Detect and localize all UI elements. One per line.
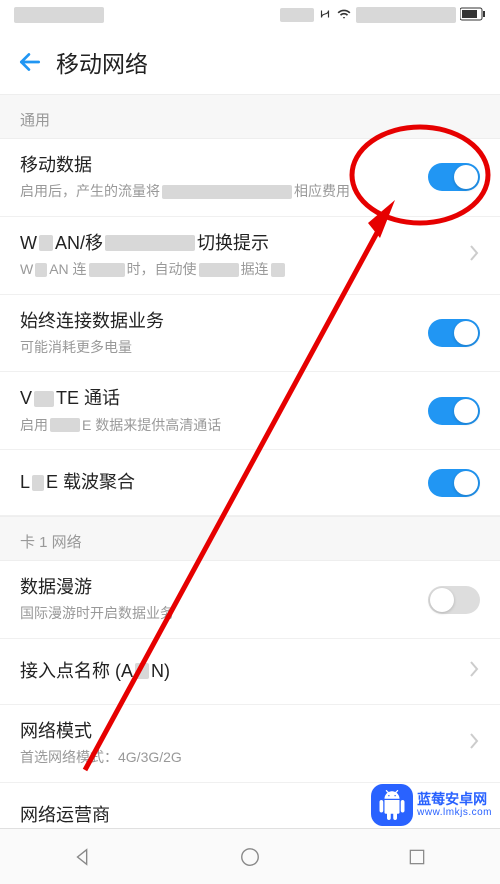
row-subtitle: 首选网络模式：4G/3G/2G bbox=[20, 748, 458, 768]
back-button[interactable] bbox=[10, 42, 50, 82]
status-blur bbox=[356, 7, 456, 23]
blur-segment bbox=[39, 235, 53, 251]
nav-back-button[interactable] bbox=[43, 837, 123, 877]
toggle-roaming[interactable] bbox=[428, 586, 480, 614]
status-blur bbox=[14, 7, 104, 23]
blur-segment bbox=[32, 475, 44, 491]
chevron-right-icon bbox=[468, 731, 480, 756]
nav-recents-button[interactable] bbox=[377, 837, 457, 877]
triangle-back-icon bbox=[72, 846, 94, 868]
status-right bbox=[280, 7, 486, 24]
blur-segment bbox=[89, 263, 125, 277]
row-subtitle: 国际漫游时开启数据业务 bbox=[20, 604, 418, 624]
section-sim1: 卡 1 网络 bbox=[0, 516, 500, 561]
arrow-left-icon bbox=[17, 49, 43, 75]
toggle-lte-ca[interactable] bbox=[428, 469, 480, 497]
row-volte[interactable]: VTE 通话 启用E 数据来提供高清通话 bbox=[0, 372, 500, 450]
row-subtitle: 启用后，产生的流量将 相应费用 bbox=[20, 182, 418, 202]
blur-segment bbox=[135, 663, 149, 679]
watermark-text: 蓝莓安卓网 www.lmkjs.com bbox=[417, 792, 492, 818]
row-apn[interactable]: 接入点名称 (AN) bbox=[0, 639, 500, 705]
nfc-icon bbox=[318, 7, 332, 24]
blur-segment bbox=[162, 185, 292, 199]
row-lte-ca[interactable]: LE 载波聚合 bbox=[0, 450, 500, 516]
row-title: 网络模式 bbox=[20, 719, 458, 744]
toggle-always-data[interactable] bbox=[428, 319, 480, 347]
row-title: 接入点名称 (AN) bbox=[20, 659, 458, 684]
blur-segment bbox=[34, 391, 54, 407]
chevron-right-icon bbox=[468, 243, 480, 268]
row-always-data[interactable]: 始终连接数据业务 可能消耗更多电量 bbox=[0, 295, 500, 373]
nav-bar bbox=[0, 828, 500, 884]
row-title: LE 载波聚合 bbox=[20, 470, 418, 495]
watermark: 蓝莓安卓网 www.lmkjs.com bbox=[371, 784, 492, 826]
chevron-right-icon bbox=[468, 659, 480, 684]
row-net-mode[interactable]: 网络模式 首选网络模式：4G/3G/2G bbox=[0, 705, 500, 783]
row-subtitle: 启用E 数据来提供高清通话 bbox=[20, 416, 418, 436]
row-title: WAN/移切换提示 bbox=[20, 231, 458, 256]
settings-list-general: 移动数据 启用后，产生的流量将 相应费用 WAN/移切换提示 WAN 连时，自动… bbox=[0, 139, 500, 516]
status-blur bbox=[280, 8, 314, 22]
blur-segment bbox=[199, 263, 239, 277]
row-mobile-data[interactable]: 移动数据 启用后，产生的流量将 相应费用 bbox=[0, 139, 500, 217]
toggle-mobile-data[interactable] bbox=[428, 163, 480, 191]
row-roaming[interactable]: 数据漫游 国际漫游时开启数据业务 bbox=[0, 561, 500, 639]
row-wlan-switch[interactable]: WAN/移切换提示 WAN 连时，自动使据连 bbox=[0, 217, 500, 295]
blur-segment bbox=[105, 235, 195, 251]
row-subtitle: WAN 连时，自动使据连 bbox=[20, 260, 458, 280]
watermark-icon bbox=[371, 784, 413, 826]
row-title: VTE 通话 bbox=[20, 386, 418, 411]
square-recents-icon bbox=[407, 847, 427, 867]
row-title: 始终连接数据业务 bbox=[20, 309, 418, 334]
battery-icon bbox=[460, 7, 486, 24]
row-subtitle: 可能消耗更多电量 bbox=[20, 338, 418, 358]
row-title: 数据漫游 bbox=[20, 575, 418, 600]
wifi-icon bbox=[336, 7, 352, 24]
circle-home-icon bbox=[239, 846, 261, 868]
toggle-volte[interactable] bbox=[428, 397, 480, 425]
blur-segment bbox=[50, 418, 80, 432]
blur-segment bbox=[271, 263, 285, 277]
row-title: 移动数据 bbox=[20, 153, 418, 178]
blur-segment bbox=[35, 263, 47, 277]
section-general: 通用 bbox=[0, 94, 500, 139]
status-left bbox=[14, 7, 104, 23]
nav-home-button[interactable] bbox=[210, 837, 290, 877]
status-bar bbox=[0, 0, 500, 30]
page-title: 移动网络 bbox=[56, 45, 148, 79]
page-header: 移动网络 bbox=[0, 30, 500, 94]
